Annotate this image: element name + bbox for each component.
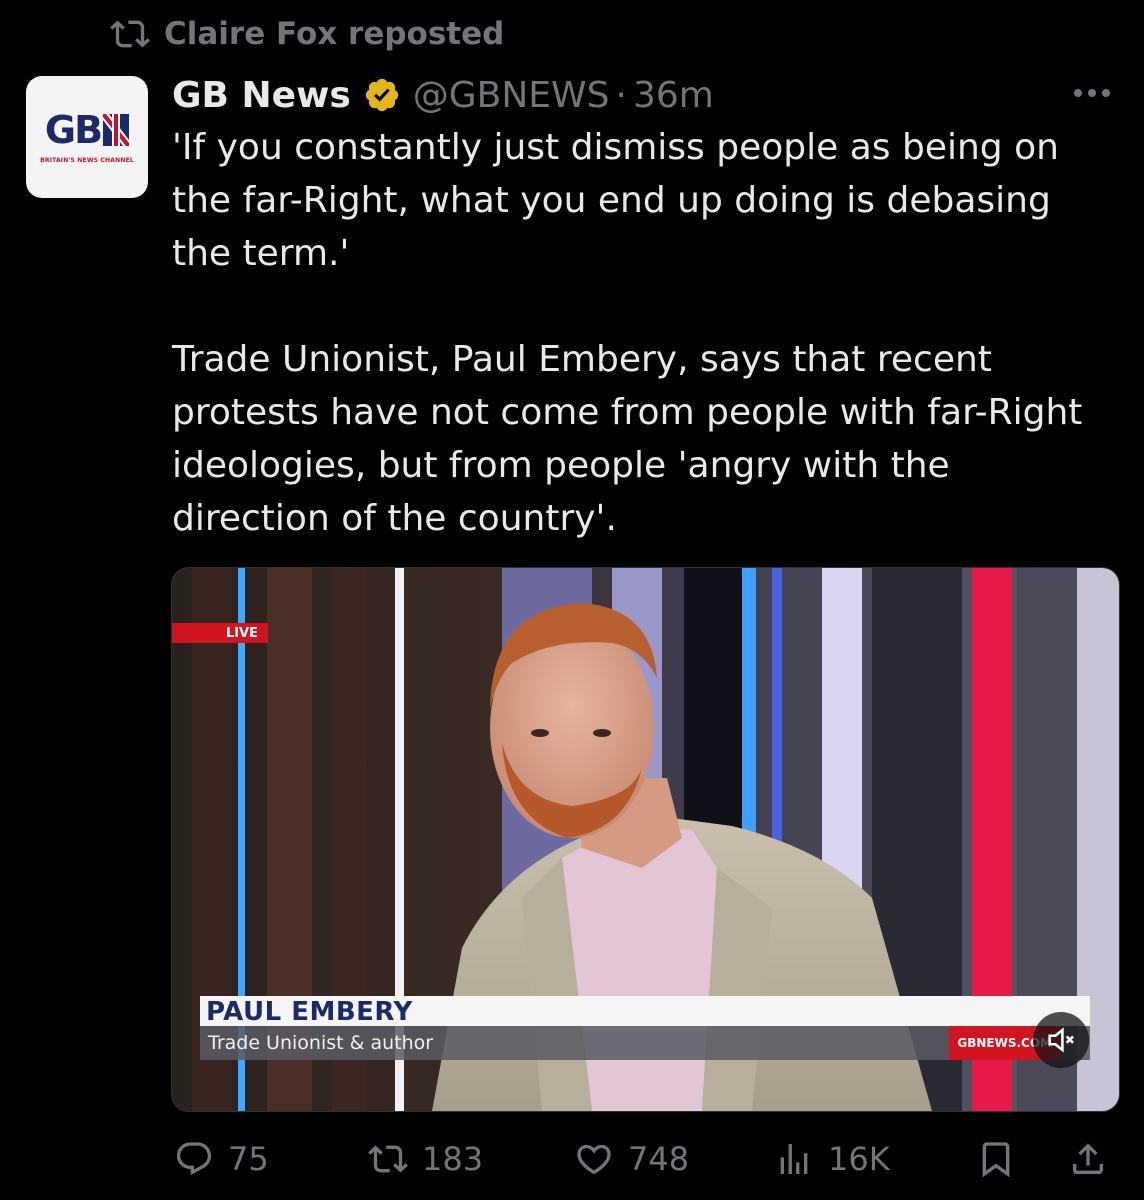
tweet-paragraph-summary: Trade Unionist, Paul Embery, says that r… xyxy=(172,339,1083,539)
bookmark-button[interactable] xyxy=(976,1130,1016,1188)
tweet-paragraph-quote: 'If you constantly just dismiss people a… xyxy=(172,127,1059,274)
share-icon xyxy=(1073,1143,1103,1174)
author-avatar[interactable]: GB BRITAIN'S NEWS CHANNEL xyxy=(26,76,148,198)
repost-button[interactable]: 183 xyxy=(368,1130,483,1188)
analytics-icon xyxy=(780,1144,808,1174)
verified-badge-icon[interactable] xyxy=(363,76,401,114)
views-button[interactable]: 16K xyxy=(774,1130,890,1188)
reply-count: 75 xyxy=(228,1140,269,1178)
author-handle[interactable]: @GBNEWS xyxy=(413,75,610,116)
like-button[interactable]: 748 xyxy=(574,1130,689,1188)
logo-text: GB xyxy=(44,107,103,152)
bookmark-icon xyxy=(982,1142,1010,1178)
repost-count: 183 xyxy=(422,1140,484,1178)
more-horizontal-icon xyxy=(1074,89,1110,97)
lower-third-name: PAUL EMBERY xyxy=(200,996,1090,1027)
tweet-header: GB News @GBNEWS · 36m xyxy=(172,70,1114,120)
video-player[interactable]: LIVE PAUL EMBERY Trade Unionist & author… xyxy=(171,567,1120,1112)
avatar-tagline: BRITAIN'S NEWS CHANNEL xyxy=(40,156,134,164)
unmute-button[interactable] xyxy=(1033,1012,1089,1068)
tweet-timestamp[interactable]: 36m xyxy=(633,75,714,116)
repost-icon xyxy=(110,20,150,48)
reply-button[interactable]: 75 xyxy=(174,1130,269,1188)
repost-indicator[interactable]: Claire Fox reposted xyxy=(110,14,504,54)
speaker-muted-icon xyxy=(1048,1027,1074,1053)
heart-icon xyxy=(577,1144,611,1175)
share-button[interactable] xyxy=(1068,1130,1108,1188)
tweet-actions: 75 183 748 16K xyxy=(170,1130,1120,1190)
author-display-name[interactable]: GB News xyxy=(172,75,351,116)
reply-icon xyxy=(176,1142,212,1176)
header-separator: · xyxy=(615,74,627,116)
live-badge: LIVE xyxy=(172,623,268,643)
like-count: 748 xyxy=(628,1140,690,1178)
repost-label: Claire Fox reposted xyxy=(164,16,505,52)
tweet-card: Claire Fox reposted GB BRITAIN'S NEWS CH… xyxy=(0,0,1144,1200)
union-flag-n-icon xyxy=(103,113,130,146)
lower-third: PAUL EMBERY Trade Unionist & author GBNE… xyxy=(200,996,1090,1060)
views-count: 16K xyxy=(828,1140,890,1178)
more-options-button[interactable] xyxy=(1070,78,1114,108)
repost-icon xyxy=(368,1145,408,1173)
tweet-body: 'If you constantly just dismiss people a… xyxy=(172,121,1112,545)
gb-news-logo: GB xyxy=(44,107,130,152)
